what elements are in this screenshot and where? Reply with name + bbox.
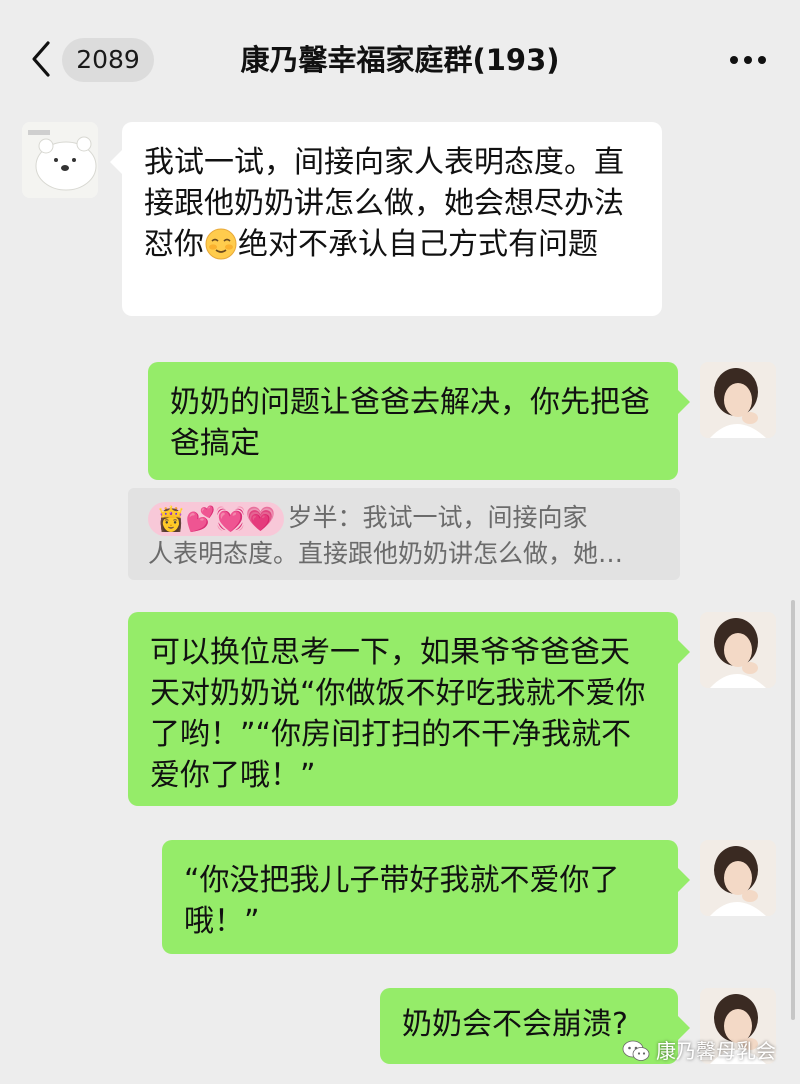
message-bubble-sent[interactable]: “你没把我儿子带好我就不爱你了哦！” xyxy=(162,840,690,954)
blushing-face-icon xyxy=(205,228,237,260)
woman-avatar[interactable] xyxy=(700,840,776,916)
woman-avatar[interactable] xyxy=(700,612,776,688)
quote-text: 岁半：我试一试，间接向家 xyxy=(287,503,588,532)
chat-title[interactable]: 康乃馨幸福家庭群(193) xyxy=(0,38,800,82)
message-bubble-sent[interactable]: 奶奶的问题让爸爸去解决，你先把爸爸搞定 xyxy=(148,362,690,480)
message-text: “你没把我儿子带好我就不爱你了哦！” xyxy=(184,863,620,939)
message-text: 奶奶的问题让爸爸去解决，你先把爸爸搞定 xyxy=(170,385,650,461)
watermark: 康乃馨母乳会 xyxy=(622,1034,776,1068)
message-bubble-received[interactable]: 我试一试，间接向家人表明态度。直接跟他奶奶讲怎么做，她会想尽办法怼你 绝对不承认自… xyxy=(110,122,662,316)
more-dots-icon[interactable] xyxy=(730,56,766,64)
message-text: 奶奶会不会崩溃? xyxy=(402,1007,628,1042)
message-text: 可以换位思考一下，如果爷爷爸爸天天对奶奶说“你做饭不好吃我就不爱你了哟！”“你房… xyxy=(150,635,646,793)
message-text: 绝对不承认自己方式有问题 xyxy=(238,227,598,262)
scrollbar[interactable] xyxy=(791,600,795,1020)
woman-avatar[interactable] xyxy=(700,362,776,438)
quote-text: 人表明态度。直接跟他奶奶讲怎么做，她… xyxy=(148,539,624,568)
message-bubble-sent[interactable]: 可以换位思考一下，如果爷爷爸爸天天对奶奶说“你做饭不好吃我就不爱你了哟！”“你房… xyxy=(128,612,690,806)
chat-header: 2089 康乃馨幸福家庭群(193) xyxy=(0,0,800,104)
polar-bear-avatar[interactable] xyxy=(22,122,98,198)
wechat-icon xyxy=(622,1040,650,1061)
sender-emoji-name: 👸💕💓💗 xyxy=(148,502,284,536)
quoted-message[interactable]: 👸💕💓💗 岁半：我试一试，间接向家 人表明态度。直接跟他奶奶讲怎么做，她… xyxy=(128,488,680,580)
watermark-text: 康乃馨母乳会 xyxy=(656,1039,776,1063)
